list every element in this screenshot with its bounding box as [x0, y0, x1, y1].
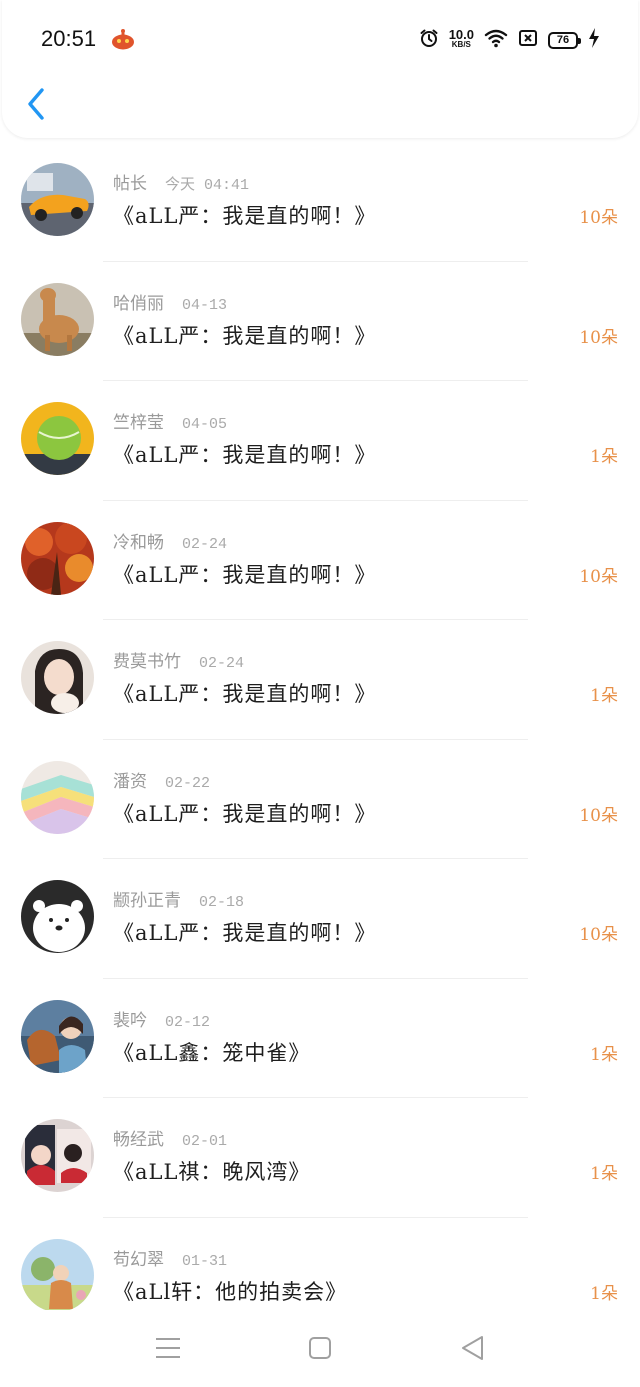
flower-count: 1朵 — [590, 1164, 618, 1184]
item-meta: 哈俏丽 04-13 — [113, 289, 227, 314]
item-date: 01-31 — [182, 1252, 228, 1270]
wifi-icon — [484, 28, 508, 52]
item-meta: 费莫书竹 02-24 — [113, 647, 244, 672]
avatar[interactable] — [21, 402, 94, 475]
user-name[interactable]: 裴吟 — [113, 1011, 147, 1031]
flower-count: 1朵 — [590, 686, 618, 706]
list-item[interactable]: 费莫书竹 02-24 《aLL严：我是直的啊！》 1朵 — [0, 620, 640, 740]
user-name[interactable]: 畅经武 — [113, 1130, 164, 1150]
net-speed: 10.0 KB/S — [448, 27, 474, 50]
item-message[interactable]: 《aLL严：我是直的啊！》 — [113, 320, 376, 350]
flower-count: 10朵 — [579, 327, 618, 348]
item-message[interactable]: 《aLl轩：他的拍卖会》 — [113, 1276, 347, 1306]
avatar[interactable] — [21, 1119, 94, 1192]
item-date: 今天 04:41 — [165, 177, 250, 194]
item-meta: 潘资 02-22 — [113, 767, 210, 792]
item-date: 02-18 — [199, 894, 245, 911]
avatar[interactable] — [21, 641, 94, 714]
bolt-icon — [588, 28, 600, 52]
user-name[interactable]: 苟幻翠 — [113, 1250, 164, 1270]
item-message[interactable]: 《aLL严：我是直的啊！》 — [113, 798, 376, 828]
user-name[interactable]: 颛孙正青 — [113, 891, 181, 911]
reward-list: 帖长 今天 04:41 《aLL严：我是直的啊！》 10朵 哈俏丽 04-13 《a… — [0, 142, 640, 1337]
item-message[interactable]: 《aLL严：我是直的啊！》 — [113, 200, 376, 230]
flower-count: 1朵 — [590, 1283, 618, 1304]
status-icons: 10.0 KB/S 76 — [419, 26, 600, 54]
item-message[interactable]: 《aLL严：我是直的啊！》 — [113, 439, 376, 469]
item-message[interactable]: 《aLL祺：晚风湾》 — [113, 1156, 310, 1186]
list-item[interactable]: 帖长 今天 04:41 《aLL严：我是直的啊！》 10朵 — [0, 142, 640, 262]
item-meta: 帖长 今天 04:41 — [113, 169, 249, 194]
chevron-left-icon — [28, 88, 44, 120]
user-name[interactable]: 潘资 — [113, 772, 147, 792]
item-message[interactable]: 《aLL严：我是直的啊！》 — [113, 559, 376, 589]
user-name[interactable]: 竺梓莹 — [113, 413, 164, 433]
app-notification-icon — [111, 28, 135, 50]
menu-icon — [156, 1338, 180, 1358]
home-square-icon — [309, 1337, 331, 1359]
list-item[interactable]: 哈俏丽 04-13 《aLL严：我是直的啊！》 10朵 — [0, 262, 640, 381]
back-nav-button[interactable] — [450, 1326, 494, 1370]
avatar[interactable] — [21, 880, 94, 953]
item-message[interactable]: 《aLL严：我是直的啊！》 — [113, 678, 376, 708]
avatar[interactable] — [21, 1238, 94, 1312]
item-meta: 裴吟 02-12 — [113, 1006, 210, 1031]
avatar[interactable] — [21, 760, 94, 834]
avatar[interactable] — [21, 999, 94, 1073]
list-item[interactable]: 潘资 02-22 《aLL严：我是直的啊！》 10朵 — [0, 740, 640, 859]
back-triangle-icon — [462, 1336, 483, 1360]
status-bar: 20:51 10.0 KB/S 76 — [0, 0, 640, 80]
item-date: 02-22 — [165, 774, 211, 792]
user-name[interactable]: 费莫书竹 — [113, 652, 181, 672]
item-date: 02-24 — [199, 655, 245, 672]
item-message[interactable]: 《aLL鑫：笼中雀》 — [113, 1037, 310, 1067]
item-message[interactable]: 《aLL严：我是直的啊！》 — [113, 917, 376, 947]
avatar[interactable] — [21, 521, 94, 595]
home-button[interactable] — [298, 1326, 342, 1370]
alarm-icon — [419, 28, 439, 52]
back-button[interactable] — [18, 84, 54, 124]
flower-count: 1朵 — [590, 447, 618, 467]
nfc-icon — [518, 28, 538, 52]
item-meta: 冷和畅 02-24 — [113, 528, 227, 553]
list-item[interactable]: 裴吟 02-12 《aLL鑫：笼中雀》 1朵 — [0, 979, 640, 1098]
item-meta: 苟幻翠 01-31 — [113, 1245, 227, 1270]
net-speed-value: 10.0 — [448, 27, 474, 42]
list-item[interactable]: 冷和畅 02-24 《aLL严：我是直的啊！》 10朵 — [0, 501, 640, 620]
user-name[interactable]: 帖长 — [113, 174, 147, 194]
item-date: 02-01 — [182, 1133, 228, 1150]
item-meta: 畅经武 02-01 — [113, 1125, 227, 1150]
menu-button[interactable] — [146, 1326, 190, 1370]
status-time: 20:51 — [41, 26, 97, 51]
item-date: 02-24 — [182, 535, 228, 553]
flower-count: 10朵 — [579, 208, 618, 228]
item-date: 04-05 — [182, 416, 228, 433]
user-name[interactable]: 冷和畅 — [113, 533, 164, 553]
item-date: 04-13 — [182, 296, 228, 314]
item-meta: 颛孙正青 02-18 — [113, 886, 244, 911]
flower-count: 10朵 — [579, 925, 618, 945]
flower-count: 10朵 — [579, 566, 618, 587]
avatar[interactable] — [21, 282, 94, 356]
list-item[interactable]: 竺梓莹 04-05 《aLL严：我是直的啊！》 1朵 — [0, 381, 640, 501]
flower-count: 10朵 — [579, 805, 618, 826]
item-meta: 竺梓莹 04-05 — [113, 408, 227, 433]
net-speed-unit: KB/S — [451, 40, 471, 49]
list-item[interactable]: 畅经武 02-01 《aLL祺：晚风湾》 1朵 — [0, 1098, 640, 1218]
avatar[interactable] — [21, 163, 94, 236]
item-date: 02-12 — [165, 1013, 211, 1031]
flower-count: 1朵 — [590, 1044, 618, 1065]
system-nav-bar — [0, 1310, 640, 1387]
user-name[interactable]: 哈俏丽 — [113, 294, 164, 314]
list-item[interactable]: 颛孙正青 02-18 《aLL严：我是直的啊！》 10朵 — [0, 859, 640, 979]
battery-indicator: 76 — [548, 31, 581, 49]
